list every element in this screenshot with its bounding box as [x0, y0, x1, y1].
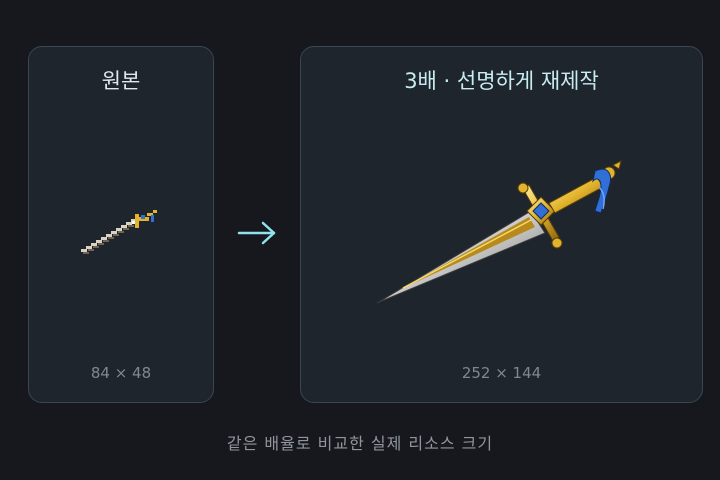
- original-dimensions: 84 × 48: [90, 364, 152, 382]
- upscaled-sword-image: [376, 160, 622, 304]
- upscaled-title: 3배 · 선명하게 재제작: [404, 69, 599, 93]
- original-title: 원본: [101, 69, 141, 93]
- original-panel: 원본 84 × 48: [28, 46, 214, 403]
- original-sword-image: [81, 210, 157, 254]
- comparison-caption: 같은 배율로 비교한 실제 리소스 크기: [226, 434, 494, 453]
- arrow-right-icon: [237, 221, 276, 245]
- upscaled-dimensions: 252 × 144: [461, 364, 542, 382]
- upscaled-panel: 3배 · 선명하게 재제작 252 × 144: [300, 46, 703, 403]
